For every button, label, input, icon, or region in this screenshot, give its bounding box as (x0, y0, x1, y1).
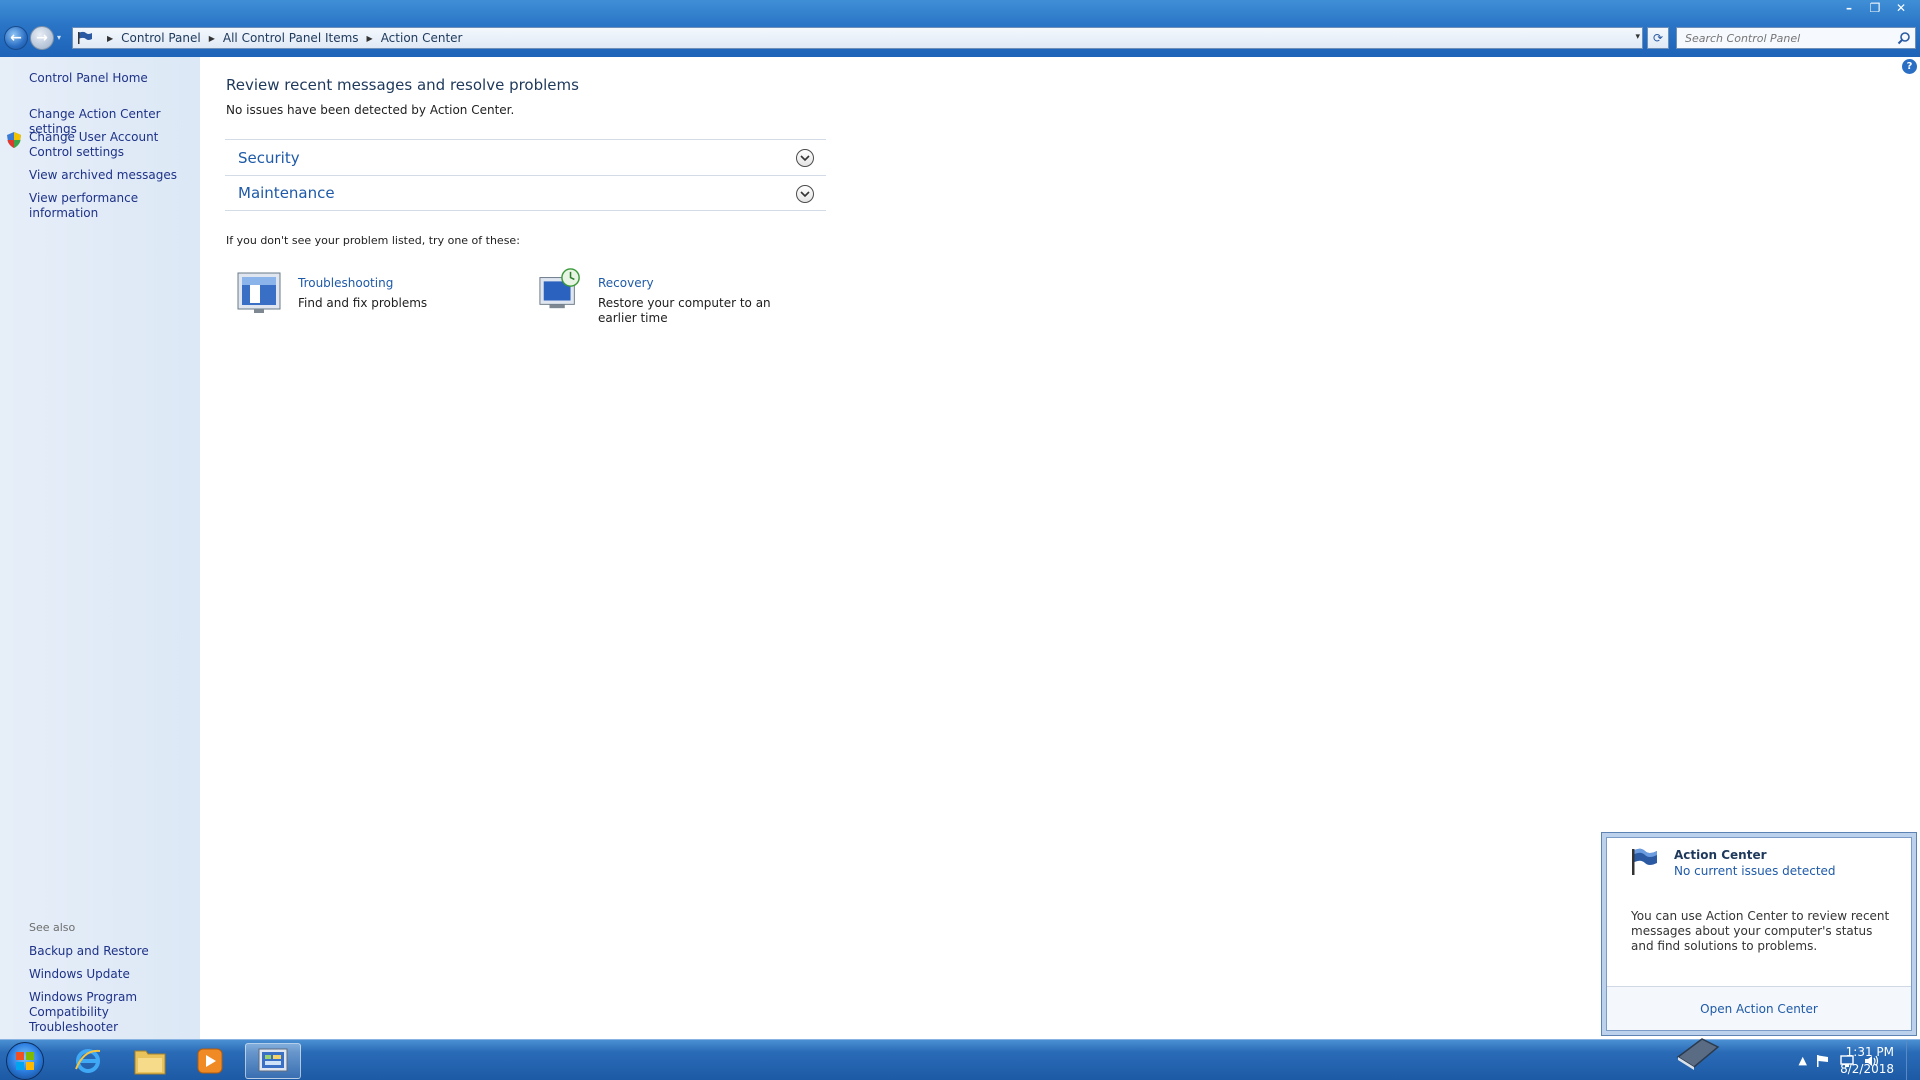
refresh-button[interactable]: ⟳ (1647, 27, 1669, 49)
breadcrumb-separator-icon: ▶ (366, 33, 373, 43)
taskbar-control-panel[interactable] (245, 1043, 301, 1079)
windows-update-link[interactable]: Windows Update (29, 967, 197, 982)
popup-footer: Open Action Center (1607, 986, 1911, 1030)
recovery-link[interactable]: Recovery (598, 276, 654, 290)
back-button[interactable]: ← (4, 26, 28, 50)
windows-logo-icon (16, 1052, 34, 1070)
left-task-pane: Control Panel Home Change Action Center … (0, 57, 200, 1039)
action-center-flag-icon (1632, 848, 1657, 875)
security-section-header[interactable]: Security (225, 139, 826, 175)
title-bar: – ❐ ✕ ← → ▾ ▶ Control Panel ▶ All Contro… (0, 0, 1920, 57)
control-panel-icon (258, 1048, 288, 1072)
popup-header: Action Center No current issues detected (1607, 838, 1911, 888)
desktop-gadget-book-icon (1676, 1038, 1720, 1070)
backup-and-restore-link[interactable]: Backup and Restore (29, 944, 197, 959)
search-box[interactable] (1676, 27, 1916, 49)
clock[interactable]: 1:31 PM 8/2/2018 (1824, 1044, 1894, 1078)
forward-button[interactable]: → (30, 26, 54, 50)
taskbar-windows-explorer[interactable] (122, 1043, 178, 1079)
security-section-label: Security (238, 148, 300, 167)
address-dropdown-icon[interactable]: ▾ (1635, 32, 1640, 42)
show-hidden-icons-button[interactable]: ▲ (1799, 1054, 1807, 1067)
view-performance-information-link[interactable]: View performance information (29, 191, 197, 221)
back-arrow-icon: ← (10, 30, 22, 46)
close-button[interactable]: ✕ (1892, 0, 1910, 16)
recovery-icon[interactable] (537, 268, 583, 312)
see-also-label: See also (29, 921, 76, 934)
breadcrumb-action-center[interactable]: Action Center (381, 31, 463, 45)
open-action-center-link[interactable]: Open Action Center (1700, 1002, 1818, 1016)
alternatives-hint: If you don't see your problem listed, tr… (226, 234, 520, 247)
taskbar: ▲ 1:31 PM 8/2/2018 (0, 1039, 1920, 1080)
maintenance-section-label: Maintenance (238, 184, 335, 202)
taskbar-media-player[interactable] (182, 1043, 238, 1079)
breadcrumb-separator-icon: ▶ (107, 33, 114, 43)
internet-explorer-icon (75, 1049, 101, 1073)
media-player-icon (197, 1048, 223, 1074)
action-center-notification-popup: Action Center No current issues detected… (1606, 837, 1912, 1031)
breadcrumb-control-panel[interactable]: Control Panel (121, 31, 201, 45)
search-icon[interactable] (1897, 31, 1911, 45)
popup-subtitle: No current issues detected (1674, 864, 1836, 878)
breadcrumb-all-items[interactable]: All Control Panel Items (223, 31, 359, 45)
expand-chevron-icon[interactable] (796, 149, 814, 167)
maintenance-section-header[interactable]: Maintenance (225, 175, 826, 211)
view-archived-messages-link[interactable]: View archived messages (29, 168, 197, 183)
program-compatibility-troubleshooter-link[interactable]: Windows Program Compatibility Troublesho… (29, 990, 197, 1035)
popup-body-text: You can use Action Center to review rece… (1631, 909, 1890, 953)
expand-chevron-icon[interactable] (796, 185, 814, 203)
search-input[interactable] (1685, 31, 1885, 45)
maximize-button[interactable]: ❐ (1866, 0, 1884, 16)
status-message: No issues have been detected by Action C… (226, 103, 515, 117)
troubleshooting-link[interactable]: Troubleshooting (298, 276, 393, 290)
troubleshooting-description: Find and fix problems (298, 296, 428, 310)
address-bar[interactable]: ▶ Control Panel ▶ All Control Panel Item… (72, 27, 1643, 49)
action-center-flag-icon (78, 31, 92, 44)
clock-date: 8/2/2018 (1840, 1062, 1894, 1076)
breadcrumb-separator-icon: ▶ (208, 33, 215, 43)
page-title: Review recent messages and resolve probl… (226, 76, 579, 94)
taskbar-internet-explorer[interactable] (60, 1043, 116, 1079)
recovery-description: Restore your computer to an earlier time (598, 296, 771, 325)
troubleshooting-icon[interactable] (236, 271, 282, 315)
uac-shield-icon (7, 132, 21, 148)
window-controls: – ❐ ✕ (1840, 0, 1910, 16)
control-panel-home-link[interactable]: Control Panel Home (29, 71, 197, 86)
forward-arrow-icon: → (36, 30, 48, 46)
help-icon[interactable]: ? (1902, 59, 1917, 74)
minimize-button[interactable]: – (1840, 0, 1858, 16)
start-button[interactable] (6, 1042, 44, 1080)
show-desktop-button[interactable] (1906, 1040, 1920, 1080)
refresh-icon: ⟳ (1652, 31, 1664, 45)
folder-icon (134, 1050, 166, 1075)
clock-time: 1:31 PM (1845, 1045, 1894, 1059)
change-uac-settings-link[interactable]: Change User Account Control settings (29, 130, 197, 160)
popup-title: Action Center (1674, 848, 1767, 862)
recent-pages-dropdown-icon[interactable]: ▾ (57, 33, 61, 42)
